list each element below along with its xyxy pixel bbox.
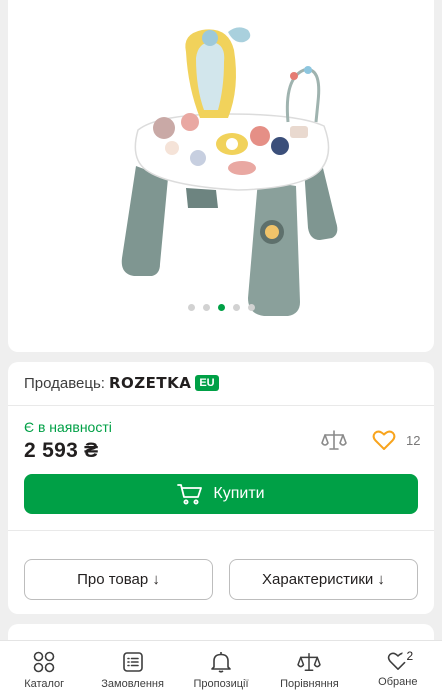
seller-row: Продавець: ROZETKA EU — [24, 372, 219, 394]
favorites-badge: 2 — [401, 648, 418, 664]
orders-icon — [122, 652, 143, 672]
gallery-dot[interactable] — [247, 304, 255, 311]
nav-label: Каталог — [24, 678, 65, 690]
seller-label: Продавець: — [24, 374, 105, 392]
stock-status: Є в наявності — [24, 419, 112, 435]
gallery-dot[interactable] — [217, 304, 225, 311]
nav-item-orders[interactable]: Замовлення — [88, 641, 176, 700]
nav-label: Порівняння — [280, 678, 339, 690]
favorites-count: 12 — [406, 433, 421, 448]
buy-button-label: Купити — [213, 485, 265, 502]
product-info-card: Продавець: ROZETKA EU Є в наявності 2 59… — [8, 362, 434, 614]
nav-item-favorites[interactable]: 2 Обране — [354, 641, 442, 700]
nav-label: Замовлення — [101, 678, 164, 690]
divider — [8, 405, 434, 406]
heart-icon — [372, 430, 396, 450]
characteristics-button[interactable]: Характеристики ↓ — [229, 559, 418, 600]
gallery-dot[interactable] — [202, 304, 210, 311]
divider — [8, 530, 434, 531]
about-product-button[interactable]: Про товар ↓ — [24, 559, 213, 600]
scales-icon — [297, 653, 322, 671]
cart-icon — [177, 484, 203, 505]
compare-button[interactable] — [320, 426, 348, 454]
nav-item-catalog[interactable]: Каталог — [0, 641, 88, 700]
grid-icon — [33, 651, 55, 673]
product-gallery[interactable] — [8, 0, 434, 352]
bottom-navigation: Каталог Замовлення Пропозиції Порівняння… — [0, 640, 442, 700]
product-image[interactable] — [108, 18, 348, 318]
gallery-pagination[interactable] — [8, 304, 434, 311]
favorite-button[interactable] — [370, 426, 398, 454]
seller-name[interactable]: ROZETKA — [109, 374, 191, 392]
buy-button[interactable]: Купити — [24, 474, 418, 514]
nav-label: Обране — [378, 676, 418, 688]
nav-item-compare[interactable]: Порівняння — [265, 641, 353, 700]
seller-tag-badge: EU — [195, 375, 219, 391]
bell-icon — [211, 652, 231, 673]
scales-icon — [321, 430, 347, 450]
gallery-dot[interactable] — [232, 304, 240, 311]
nav-label: Пропозиції — [193, 678, 249, 690]
nav-item-offers[interactable]: Пропозиції — [177, 641, 265, 700]
gallery-dot[interactable] — [187, 304, 195, 311]
product-price: 2 593 ₴ — [24, 439, 99, 462]
